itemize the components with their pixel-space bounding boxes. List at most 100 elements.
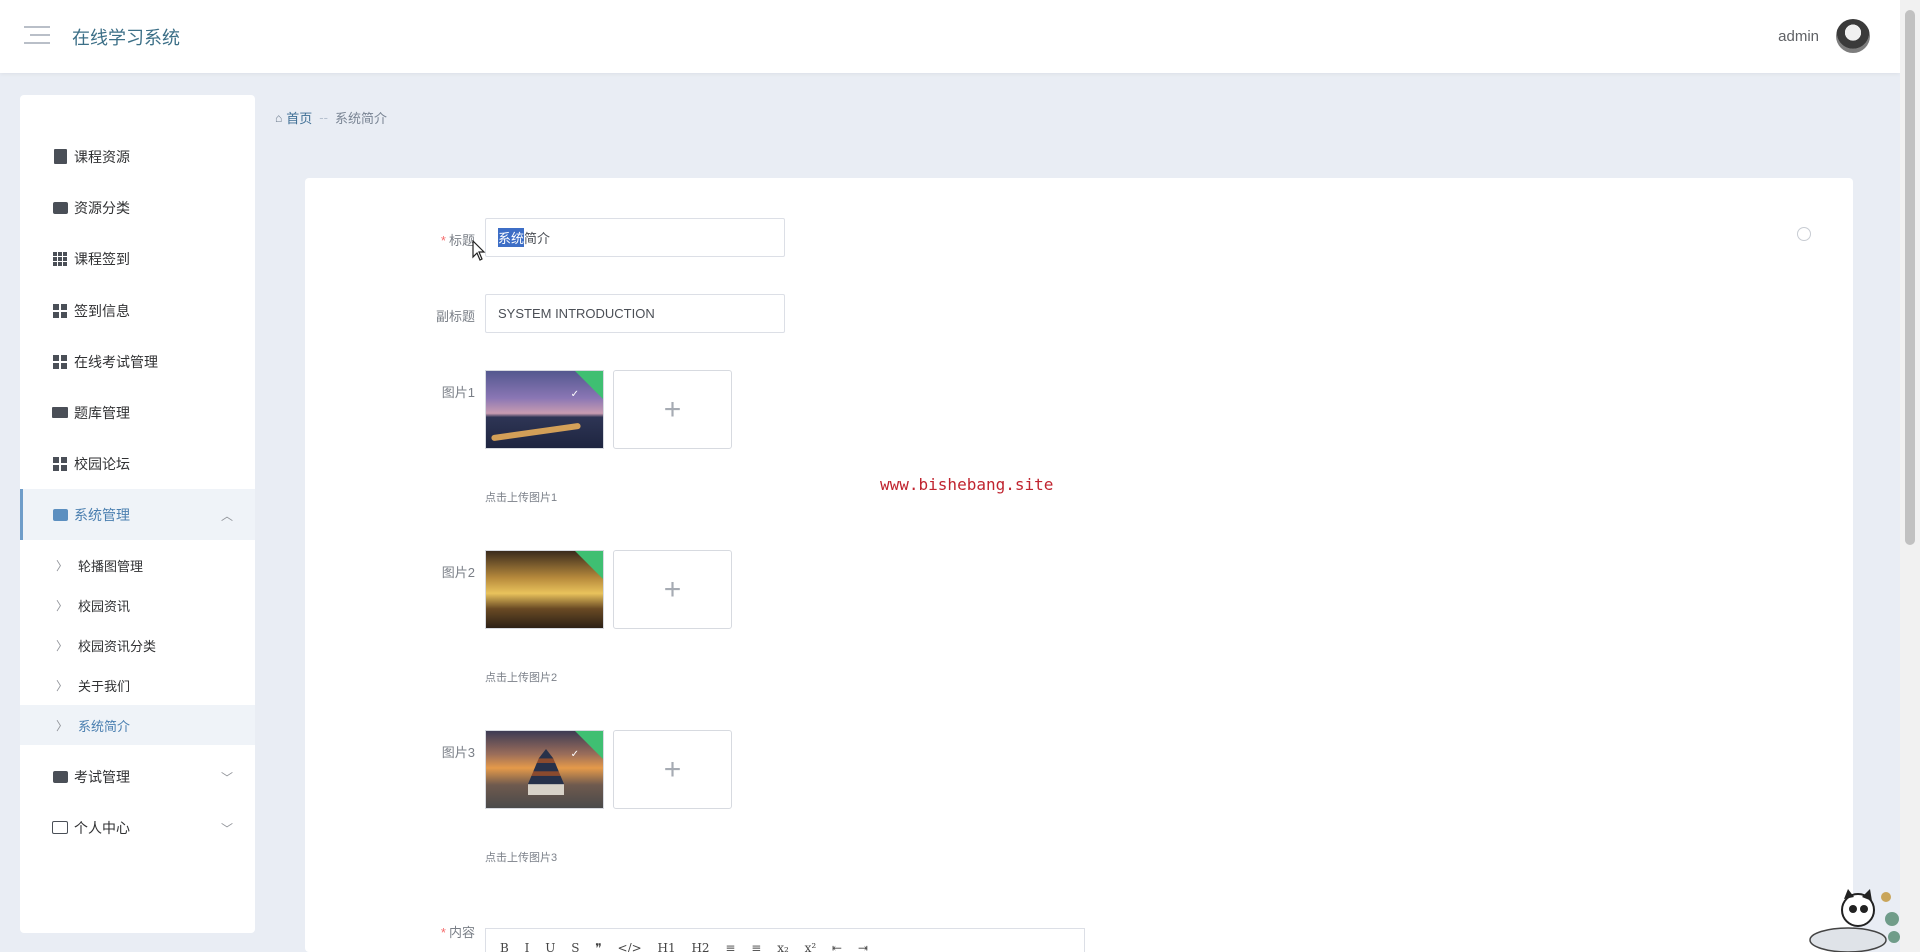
underline-button[interactable]: U (545, 941, 555, 952)
quote-button[interactable]: ❞ (595, 941, 601, 952)
page-scrollbar[interactable] (1900, 0, 1920, 952)
sidebar: 课程资源 资源分类 课程签到 签到信息 在线考试管理 题库管理 校园论坛 系统管… (20, 95, 255, 933)
user-name[interactable]: admin (1778, 28, 1819, 45)
briefcase-icon (52, 507, 68, 523)
scrollbar-thumb[interactable] (1905, 10, 1915, 545)
sidebar-subitem-carousel[interactable]: 〉 轮播图管理 (20, 545, 255, 585)
sidebar-item-resource-category[interactable]: 资源分类 (20, 182, 255, 233)
wallet-icon (52, 200, 68, 216)
bold-button[interactable]: B (500, 941, 509, 952)
sidebar-item-campus-forum[interactable]: 校园论坛 (20, 438, 255, 489)
image2-hint: 点击上传图片2 (485, 672, 558, 684)
chevron-down-icon: ﹀ (220, 771, 233, 785)
breadcrumb-home[interactable]: 首页 (286, 108, 312, 127)
sidebar-subitem-label: 系统简介 (78, 718, 131, 734)
menu-toggle-icon[interactable] (24, 26, 50, 46)
sidebar-subitem-label: 校园资讯分类 (78, 638, 157, 654)
image2-upload-button[interactable]: + (613, 550, 732, 629)
content-label: * 内容 (440, 925, 475, 940)
image3-thumbnail[interactable]: ✓ (485, 730, 604, 809)
image1-upload-button[interactable]: + (613, 370, 732, 449)
editor-toolbar: B I U S ❞ </> H1 H2 ≡ ≡ x₂ x² ⇤ ⇥ (500, 941, 880, 952)
sidebar-item-label: 签到信息 (74, 302, 130, 319)
sidebar-item-label: 课程资源 (74, 148, 130, 165)
chevron-right-icon: 〉 (56, 598, 69, 613)
sidebar-item-system-management[interactable]: 系统管理 ︿ (20, 489, 255, 540)
ticket-icon (52, 405, 68, 421)
sidebar-subitem-about-us[interactable]: 〉 关于我们 (20, 665, 255, 705)
chevron-up-icon: ︿ (220, 509, 233, 523)
chat-icon (52, 769, 68, 785)
image3-label: 图片3 (441, 745, 475, 760)
sidebar-subitem-label: 校园资讯 (78, 598, 131, 614)
sidebar-item-label: 课程签到 (74, 250, 130, 267)
subscript-button[interactable]: x₂ (777, 941, 789, 952)
sidebar-item-online-exam[interactable]: 在线考试管理 (20, 336, 255, 387)
mouse-cursor-icon (472, 240, 486, 261)
sidebar-item-label: 系统管理 (74, 506, 130, 523)
chevron-right-icon: 〉 (56, 678, 69, 693)
sidebar-item-label: 考试管理 (74, 768, 130, 785)
h2-button[interactable]: H2 (691, 941, 709, 952)
plus-icon: + (663, 392, 682, 426)
italic-button[interactable]: I (525, 941, 530, 952)
title-label: * 标题 (440, 233, 475, 248)
image3-upload-button[interactable]: + (613, 730, 732, 809)
ordered-list-button[interactable]: ≡ (725, 941, 735, 952)
image3-hint: 点击上传图片3 (485, 852, 558, 864)
title-input[interactable]: 系统 简介 (485, 218, 785, 257)
sidebar-item-question-bank[interactable]: 题库管理 (20, 387, 255, 438)
sidebar-subitem-news-category[interactable]: 〉 校园资讯分类 (20, 625, 255, 665)
plus-icon: + (663, 572, 682, 606)
chevron-down-icon: ﹀ (220, 822, 233, 836)
rich-text-editor[interactable]: B I U S ❞ </> H1 H2 ≡ ≡ x₂ x² ⇤ ⇥ (485, 928, 1085, 952)
h1-button[interactable]: H1 (658, 941, 676, 952)
bullet-list-button[interactable]: ≡ (751, 941, 761, 952)
subtitle-label: 副标题 (435, 309, 475, 324)
breadcrumb-separator: -- (319, 110, 328, 125)
sidebar-item-label: 个人中心 (74, 819, 130, 836)
top-bar: 在线学习系统 admin (0, 0, 1900, 73)
sidebar-subitem-campus-news[interactable]: 〉 校园资讯 (20, 585, 255, 625)
sidebar-subitem-label: 关于我们 (78, 678, 131, 694)
grid-icon (52, 251, 68, 267)
sidebar-item-label: 在线考试管理 (74, 353, 158, 370)
selected-text: 系统 (498, 228, 525, 247)
uploaded-badge (572, 551, 603, 581)
home-icon: ⌂ (275, 110, 283, 125)
image2-thumbnail[interactable] (485, 550, 604, 629)
sidebar-item-course-resources[interactable]: 课程资源 (20, 131, 255, 182)
chevron-right-icon: 〉 (56, 558, 69, 573)
sidebar-item-course-checkin[interactable]: 课程签到 (20, 233, 255, 284)
title-input-text: 简介 (524, 231, 551, 246)
avatar[interactable] (1836, 19, 1870, 53)
watermark: www.bishebang.site (880, 475, 1054, 494)
breadcrumb: ⌂ 首页 -- 系统简介 (275, 108, 387, 127)
check-icon: ✓ (570, 389, 579, 400)
plus-icon: + (663, 752, 682, 786)
subtitle-input[interactable]: SYSTEM INTRODUCTION (485, 294, 785, 333)
sidebar-subitem-system-intro[interactable]: 〉 系统简介 (20, 705, 255, 745)
strike-button[interactable]: S (571, 941, 579, 952)
sidebar-item-personal-center[interactable]: 个人中心 ﹀ (20, 802, 255, 853)
card-icon (52, 820, 68, 836)
chevron-right-icon: 〉 (56, 718, 69, 733)
mascot-icon (1809, 889, 1900, 952)
clipboard-icon (52, 149, 68, 165)
superscript-button[interactable]: x² (805, 941, 817, 952)
image1-thumbnail[interactable]: ✓ (485, 370, 604, 449)
sidebar-item-checkin-info[interactable]: 签到信息 (20, 285, 255, 336)
sidebar-subitem-label: 轮播图管理 (78, 558, 144, 574)
outdent-button[interactable]: ⇤ (832, 941, 842, 952)
sidebar-item-exam-management[interactable]: 考试管理 ﹀ (20, 751, 255, 802)
grid-icon (52, 303, 68, 319)
sidebar-item-label: 资源分类 (74, 199, 130, 216)
code-button[interactable]: </> (618, 941, 642, 952)
indent-button[interactable]: ⇥ (858, 941, 868, 952)
clear-icon[interactable] (1797, 227, 1811, 241)
check-icon: ✓ (570, 749, 579, 760)
sidebar-item-label: 题库管理 (74, 404, 130, 421)
app-title: 在线学习系统 (72, 28, 180, 48)
required-mark: * (440, 233, 446, 248)
image1-hint: 点击上传图片1 (485, 492, 558, 504)
